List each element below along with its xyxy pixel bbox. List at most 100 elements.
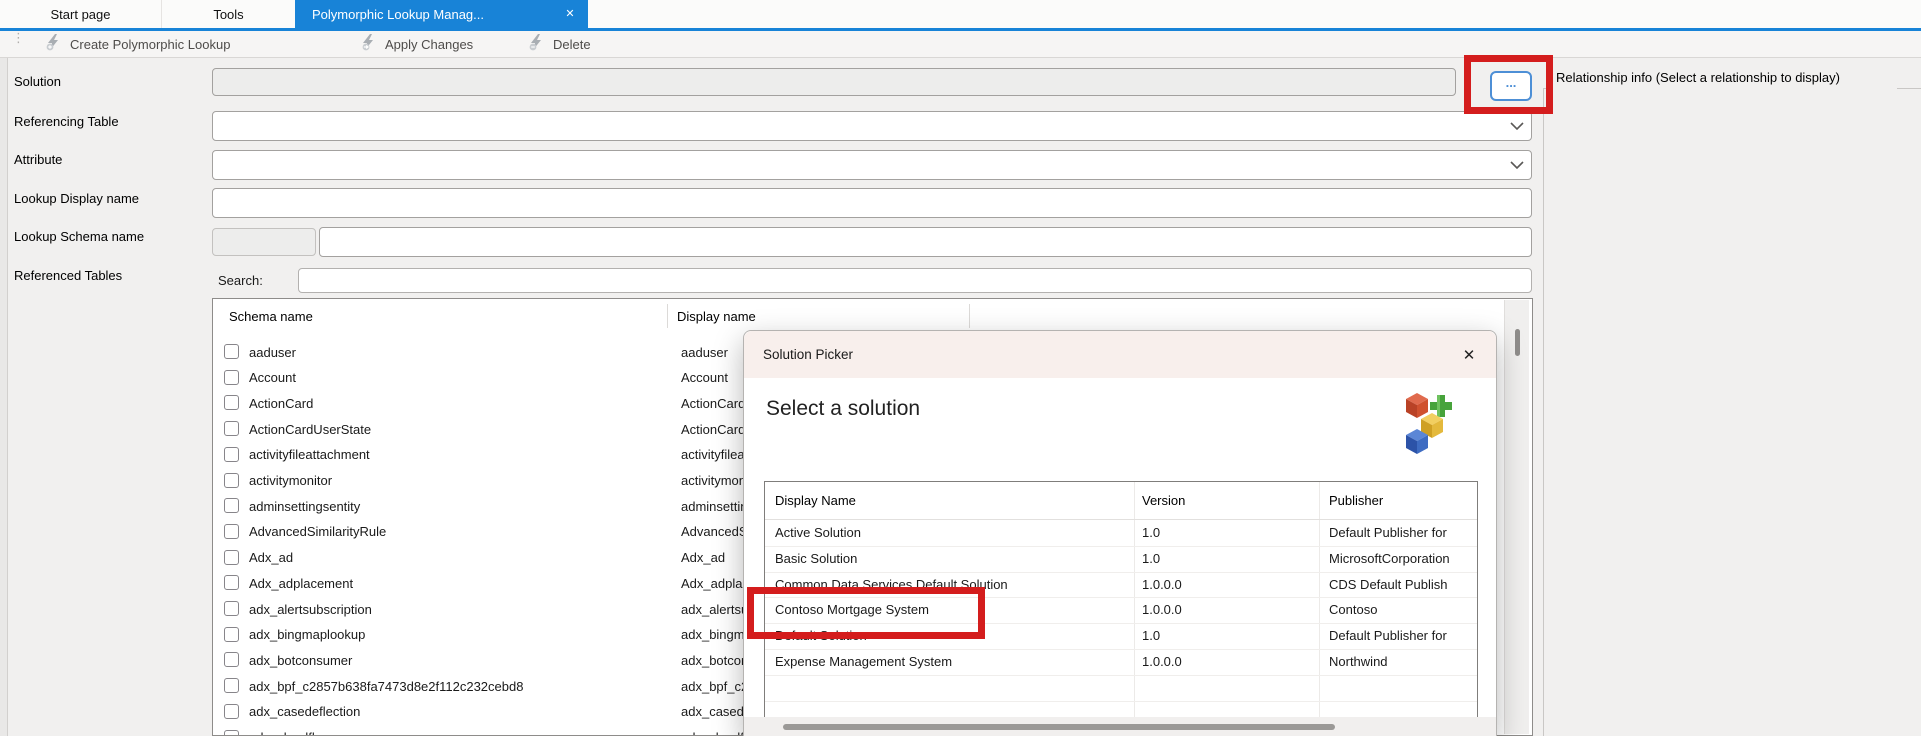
display-name-cell: ActionCard	[681, 396, 745, 411]
display-name-cell: Adx_ad	[681, 550, 725, 565]
vertical-scrollbar[interactable]	[1504, 300, 1529, 734]
dialog-heading: Select a solution	[766, 397, 920, 421]
solution-publisher-cell: Contoso	[1329, 602, 1377, 617]
publisher-column-header[interactable]: Publisher	[1329, 493, 1383, 508]
solution-row[interactable]: Basic Solution 1.0 MicrosoftCorporation	[765, 546, 1477, 572]
solution-version-cell: 1.0.0.0	[1142, 577, 1182, 592]
schema-name-cell: Adx_ad	[249, 550, 293, 565]
row-checkbox[interactable]	[224, 473, 239, 488]
highlight-box-contoso-mortgage-system	[747, 587, 985, 639]
tab-tools[interactable]: Tools	[162, 0, 295, 28]
search-input[interactable]	[298, 268, 1532, 293]
app-window: Start page Tools Polymorphic Lookup Mana…	[0, 0, 1921, 736]
row-separator	[765, 649, 1477, 650]
schema-name-cell: activityfileattachment	[249, 447, 370, 462]
row-separator	[765, 675, 1477, 676]
lookup-schema-name-label: Lookup Schema name	[14, 229, 144, 244]
row-checkbox[interactable]	[224, 524, 239, 539]
row-checkbox[interactable]	[224, 344, 239, 359]
row-checkbox[interactable]	[224, 601, 239, 616]
vertical-scrollbar-thumb[interactable]	[1515, 329, 1520, 356]
row-separator	[765, 572, 1477, 573]
solution-publisher-cell: MicrosoftCorporation	[1329, 551, 1450, 566]
toolbar-grip-handle[interactable]: ⋮	[12, 35, 16, 54]
solution-version-cell: 1.0.0.0	[1142, 654, 1182, 669]
schema-name-cell: ActionCardUserState	[249, 422, 371, 437]
schema-name-cell: AdvancedSimilarityRule	[249, 524, 386, 539]
schema-name-column-header[interactable]: Schema name	[229, 309, 313, 324]
schema-name-cell: adx_casedeflection	[249, 704, 360, 719]
solution-version-cell: 1.0	[1142, 525, 1160, 540]
solution-name-cell: Basic Solution	[775, 551, 857, 566]
dialog-horizontal-scrollbar[interactable]	[744, 717, 1496, 736]
solution-label: Solution	[14, 74, 61, 89]
create-polymorphic-lookup-button[interactable]: Create Polymorphic Lookup	[44, 31, 230, 57]
schema-name-cell: adminsettingsentity	[249, 499, 360, 514]
dialog-title: Solution Picker	[763, 331, 853, 378]
close-dialog-icon[interactable]: ✕	[1456, 342, 1482, 368]
chevron-down-icon[interactable]	[1510, 161, 1524, 169]
schema-name-cell: Account	[249, 370, 296, 385]
row-checkbox[interactable]	[224, 730, 239, 736]
row-checkbox[interactable]	[224, 498, 239, 513]
chevron-down-icon[interactable]	[1510, 122, 1524, 130]
row-checkbox[interactable]	[224, 370, 239, 385]
display-name-column-header[interactable]: Display Name	[775, 493, 856, 508]
toolbar: ⋮ Create Polymorphic Lookup Apply Change…	[0, 31, 1921, 58]
schema-name-cell: aaduser	[249, 345, 296, 360]
tab-start-page[interactable]: Start page	[0, 0, 162, 28]
lightning-plus-icon	[44, 33, 63, 55]
solution-cubes-icon	[1404, 391, 1454, 455]
row-checkbox[interactable]	[224, 678, 239, 693]
lightning-arrow-icon	[359, 33, 378, 55]
tab-polymorphic-lookup-manager[interactable]: Polymorphic Lookup Manag... ✕	[295, 0, 588, 28]
attribute-combobox[interactable]	[212, 150, 1532, 180]
row-checkbox[interactable]	[224, 704, 239, 719]
horizontal-scrollbar-thumb[interactable]	[783, 724, 1335, 730]
solution-version-cell: 1.0	[1142, 628, 1160, 643]
tab-bar: Start page Tools Polymorphic Lookup Mana…	[0, 0, 1921, 28]
solution-field[interactable]	[212, 68, 1456, 96]
schema-name-cell: adx_alertsubscription	[249, 602, 372, 617]
relationship-info-group-title: Relationship info (Select a relationship…	[1556, 70, 1840, 85]
dialog-titlebar[interactable]: Solution Picker ✕	[744, 331, 1496, 378]
lookup-schema-name-input[interactable]	[319, 227, 1532, 257]
referencing-table-combobox[interactable]	[212, 111, 1532, 141]
display-name-column-header[interactable]: Display name	[677, 309, 756, 324]
row-checkbox[interactable]	[224, 421, 239, 436]
version-column-header[interactable]: Version	[1142, 493, 1185, 508]
solution-publisher-cell: Northwind	[1329, 654, 1388, 669]
lightning-minus-icon	[527, 33, 546, 55]
apply-changes-button[interactable]: Apply Changes	[359, 31, 473, 57]
column-divider[interactable]	[667, 304, 668, 328]
groupbox-border	[1543, 88, 1544, 736]
row-checkbox[interactable]	[224, 652, 239, 667]
close-tab-icon[interactable]: ✕	[562, 6, 578, 22]
solution-publisher-cell: Default Publisher for	[1329, 628, 1447, 643]
row-checkbox[interactable]	[224, 575, 239, 590]
row-checkbox[interactable]	[224, 627, 239, 642]
solution-name-cell: Expense Management System	[775, 654, 952, 669]
solution-picker-dialog: Solution Picker ✕ Select a solution	[743, 330, 1497, 736]
row-separator	[765, 701, 1477, 702]
schema-name-cell: Adx_adplacement	[249, 576, 353, 591]
delete-button[interactable]: Delete	[527, 31, 591, 57]
solution-version-cell: 1.0	[1142, 551, 1160, 566]
lookup-display-name-label: Lookup Display name	[14, 191, 139, 206]
highlight-box-browse-button	[1464, 55, 1553, 114]
solution-row[interactable]: Active Solution1.0Default Publisher for	[765, 520, 1477, 546]
solution-row[interactable]: Expense Management System 1.0.0.0 Northwin…	[765, 649, 1477, 675]
schema-name-cell: adx_cloudflowconsumer	[249, 730, 388, 736]
search-label: Search:	[218, 268, 263, 292]
schema-name-cell: activitymonitor	[249, 473, 332, 488]
referenced-tables-label: Referenced Tables	[14, 268, 122, 283]
solution-publisher-cell: Default Publisher for	[1329, 525, 1447, 540]
row-checkbox[interactable]	[224, 550, 239, 565]
row-checkbox[interactable]	[224, 447, 239, 462]
row-checkbox[interactable]	[224, 395, 239, 410]
column-divider[interactable]	[969, 304, 970, 328]
referencing-table-label: Referencing Table	[14, 114, 119, 129]
lookup-display-name-input[interactable]	[212, 188, 1532, 218]
display-name-cell: Account	[681, 370, 728, 385]
left-edge-strip	[0, 58, 8, 736]
